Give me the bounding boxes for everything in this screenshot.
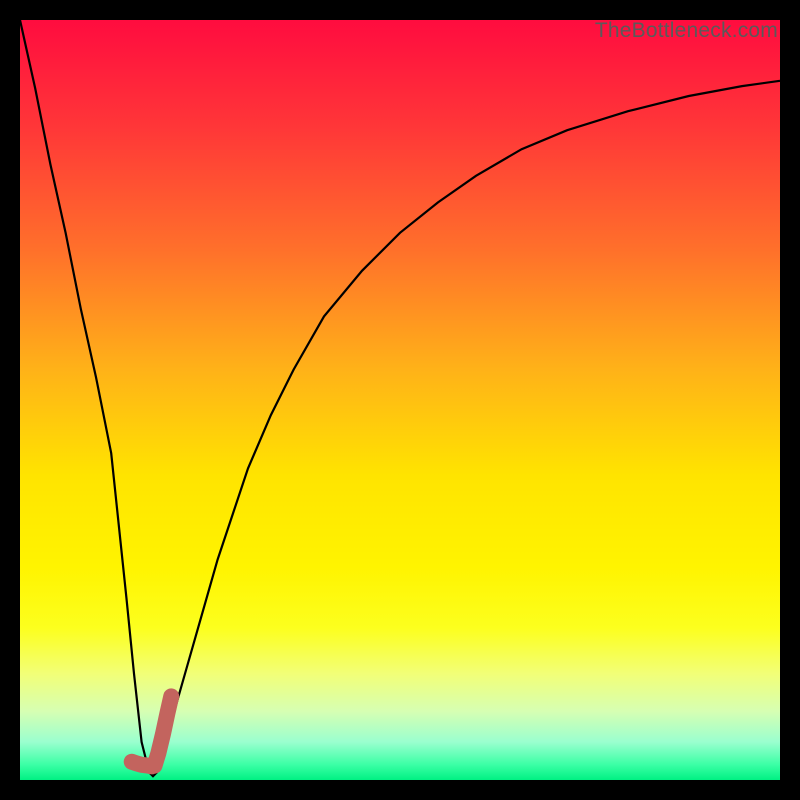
watermark-text: TheBottleneck.com [595,20,778,43]
bottleneck-curve [20,20,780,776]
curve-layer [20,20,780,780]
plot-area: TheBottleneck.com [20,20,780,780]
chart-frame: TheBottleneck.com [0,0,800,800]
